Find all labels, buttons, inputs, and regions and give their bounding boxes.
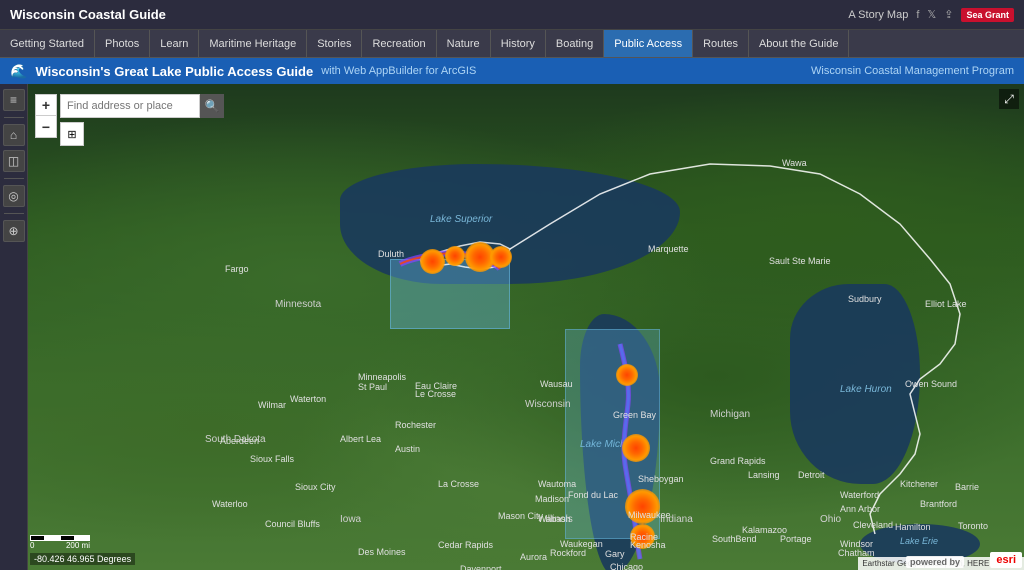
nav-about-guide[interactable]: About the Guide (749, 30, 850, 57)
sidebar-divider-3 (4, 213, 24, 214)
nav-nature[interactable]: Nature (437, 30, 491, 57)
wisconsin-superior-highlight (390, 259, 510, 329)
zoom-controls: + − (35, 94, 57, 138)
header-right: A Story Map f 𝕏 ⇪ Sea Grant (848, 8, 1014, 22)
search-box: 🔍 (60, 94, 224, 118)
scale-bar: 0 200 mi (30, 535, 90, 550)
scale-label-start: 0 (30, 541, 34, 550)
banner-left: 🌊 Wisconsin's Great Lake Public Access G… (10, 63, 476, 80)
heatmap-superior-2 (445, 246, 465, 266)
heatmap-michigan-4 (630, 524, 655, 549)
search-button[interactable]: 🔍 (200, 94, 224, 118)
coordinates-display: -80.426 46.965 Degrees (30, 553, 135, 565)
story-map-label: A Story Map (848, 9, 908, 21)
navigation-bar: Getting Started Photos Learn Maritime He… (0, 30, 1024, 58)
zoom-in-button[interactable]: + (35, 94, 57, 116)
scale-label-end: 200 mi (66, 541, 90, 550)
heatmap-superior-4 (490, 246, 512, 268)
app-title: Wisconsin Coastal Guide (10, 7, 166, 22)
twitter-icon[interactable]: 𝕏 (927, 8, 936, 21)
home-button[interactable]: ⌂ (3, 124, 25, 146)
share-icon[interactable]: ⇪ (944, 8, 953, 21)
esri-brand-logo: esri (990, 552, 1022, 568)
blue-banner: 🌊 Wisconsin's Great Lake Public Access G… (0, 58, 1024, 84)
nav-stories[interactable]: Stories (307, 30, 362, 57)
sea-grant-logo: Sea Grant (961, 8, 1014, 22)
locate-button[interactable]: ⊕ (3, 220, 25, 242)
heatmap-superior-1 (420, 249, 445, 274)
search-input[interactable] (60, 94, 200, 118)
nav-public-access[interactable]: Public Access (604, 30, 693, 57)
map-container[interactable]: Lake Superior Lake Michigan Lake Huron L… (0, 84, 1024, 570)
nav-boating[interactable]: Boating (546, 30, 604, 57)
fullscreen-button[interactable]: ⤢ (999, 89, 1019, 109)
basemap-button[interactable]: ◫ (3, 150, 25, 172)
zoom-out-button[interactable]: − (35, 116, 57, 138)
banner-right-text: Wisconsin Coastal Management Program (811, 65, 1014, 77)
app-header: Wisconsin Coastal Guide A Story Map f 𝕏 … (0, 0, 1024, 30)
sidebar-divider-1 (4, 117, 24, 118)
scale-labels: 0 200 mi (30, 541, 90, 550)
layer-switcher-container: ⊞ (60, 122, 84, 146)
nav-photos[interactable]: Photos (95, 30, 150, 57)
lake-superior-label: Lake Superior (430, 214, 492, 225)
heatmap-michigan-1 (616, 364, 638, 386)
legend-button[interactable]: ◎ (3, 185, 25, 207)
nav-recreation[interactable]: Recreation (362, 30, 436, 57)
nav-getting-started[interactable]: Getting Started (0, 30, 95, 57)
nav-maritime-heritage[interactable]: Maritime Heritage (199, 30, 307, 57)
lake-huron-label: Lake Huron (840, 384, 892, 395)
banner-title: Wisconsin's Great Lake Public Access Gui… (35, 64, 313, 79)
layers-button[interactable]: ≡ (3, 89, 25, 111)
lake-erie-label: Lake Erie (900, 536, 938, 546)
banner-subtitle: with Web AppBuilder for ArcGIS (321, 65, 476, 77)
facebook-icon[interactable]: f (916, 9, 919, 21)
layer-switcher-button[interactable]: ⊞ (60, 122, 84, 146)
sidebar-divider-2 (4, 178, 24, 179)
nav-learn[interactable]: Learn (150, 30, 199, 57)
banner-wave-icon: 🌊 (10, 63, 27, 80)
esri-logo: powered by (906, 556, 964, 568)
nav-history[interactable]: History (491, 30, 546, 57)
map-sidebar: ≡ ⌂ ◫ ◎ ⊕ (0, 84, 28, 570)
heatmap-michigan-2 (622, 434, 650, 462)
heatmap-michigan-3 (625, 489, 660, 524)
nav-routes[interactable]: Routes (693, 30, 749, 57)
